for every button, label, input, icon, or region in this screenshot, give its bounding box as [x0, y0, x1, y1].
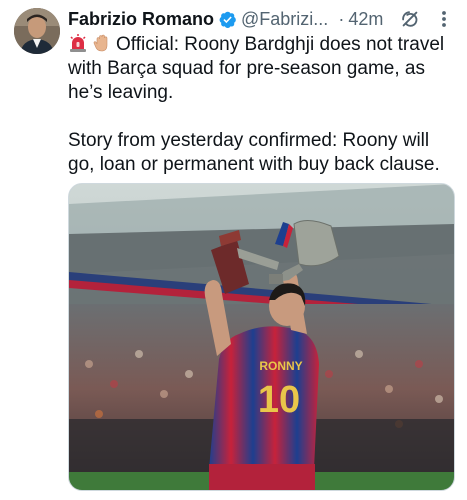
author-name[interactable]: Fabrizio Romano: [68, 9, 214, 30]
tweet-paragraph-1: Official: Roony Bardghji does not travel…: [68, 33, 460, 105]
author-handle[interactable]: @Fabrizi...: [241, 9, 328, 30]
separator-dot: ·: [338, 8, 345, 29]
tweet-paragraph-1-text: Official: Roony Bardghji does not travel…: [68, 34, 445, 103]
more-options-icon[interactable]: [437, 7, 451, 31]
grok-icon[interactable]: [399, 8, 421, 30]
shirt-name: RONNY: [259, 359, 302, 373]
waving-hand-emoji-icon: [92, 33, 112, 53]
verified-badge-icon: [218, 10, 237, 29]
avatar[interactable]: [14, 8, 60, 54]
tweet-paragraph-2: Story from yesterday confirmed: Roony wi…: [68, 130, 440, 175]
tweet-photo[interactable]: RONNY 10: [68, 183, 455, 491]
siren-emoji-icon: [68, 33, 88, 53]
shirt-number: 10: [258, 379, 300, 421]
timestamp[interactable]: 42m: [348, 9, 383, 30]
tweet[interactable]: Fabrizio Romano @Fabrizi... · 42m Offici…: [0, 0, 467, 500]
tweet-text: Official: Roony Bardghji does not travel…: [68, 33, 460, 177]
